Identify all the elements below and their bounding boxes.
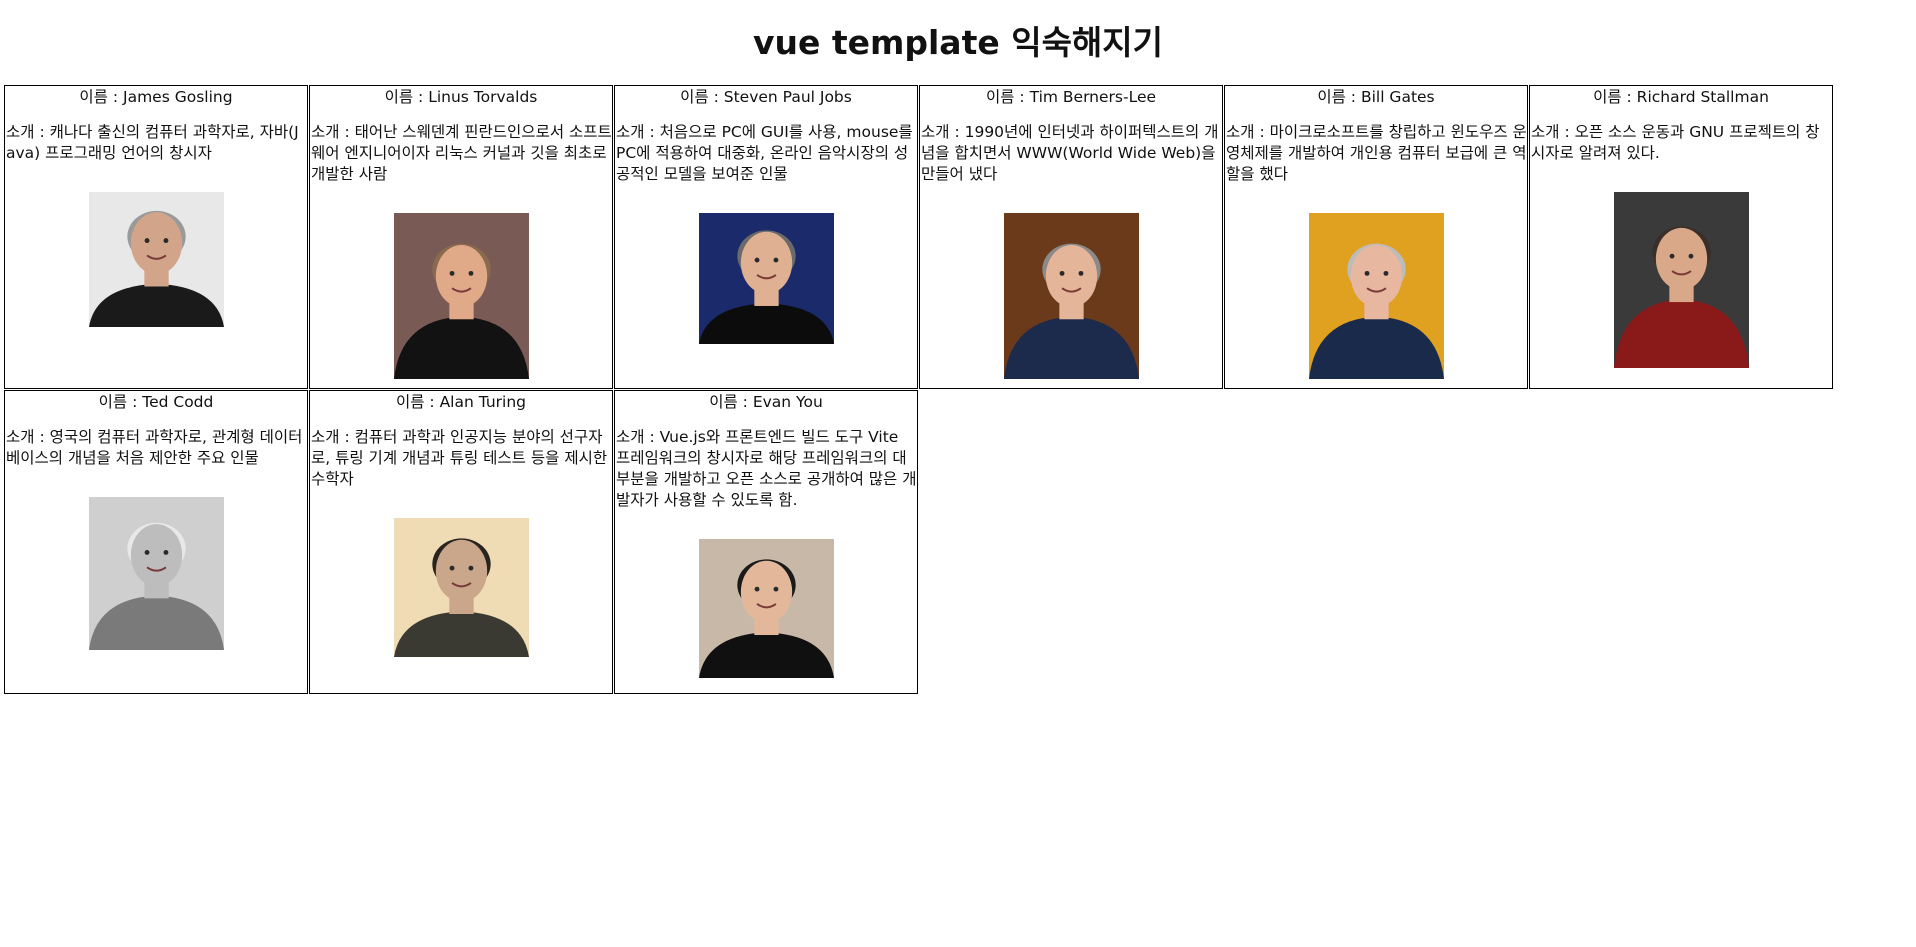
portrait-image [88,192,224,327]
person-name: 이름 : Alan Turing [395,393,527,411]
portrait-image [698,539,834,678]
person-card: 이름 : James Gosling 소개 : 캐나다 출신의 컴퓨터 과학자로… [4,85,308,389]
person-photo [88,192,224,327]
person-name: 이름 : Richard Stallman [1593,88,1769,106]
person-name: 이름 : Bill Gates [1317,88,1435,106]
person-photo [393,518,529,657]
person-photo [698,539,834,678]
person-photo [88,497,224,650]
person-name: 이름 : Tim Berners-Lee [985,88,1157,106]
person-description: 소개 : 영국의 컴퓨터 과학자로, 관계형 데이터베이스의 개념을 처음 제안… [6,428,303,467]
page-title: vue template 익숙해지기 [752,23,1164,62]
person-description: 소개 : Vue.js와 프론트엔드 빌드 도구 Vite 프레임워크의 창시자… [616,428,917,509]
portrait-image [698,213,834,344]
person-name: 이름 : Evan You [709,393,823,411]
person-description: 소개 : 태어난 스웨덴계 핀란드인으로서 소프트웨어 엔지니어이자 리눅스 커… [311,123,612,183]
person-card: 이름 : Steven Paul Jobs 소개 : 처음으로 PC에 GUI를… [614,85,918,389]
person-card: 이름 : Evan You 소개 : Vue.js와 프론트엔드 빌드 도구 V… [614,390,918,694]
person-description: 소개 : 처음으로 PC에 GUI를 사용, mouse를 PC에 적용하여 대… [616,123,913,183]
person-photo [1613,192,1749,368]
person-card: 이름 : Richard Stallman 소개 : 오픈 소스 운동과 GNU… [1529,85,1833,389]
person-card: 이름 : Bill Gates 소개 : 마이크로소프트를 창립하고 윈도우즈 … [1224,85,1528,389]
portrait-image [1613,192,1749,368]
portrait-image [393,518,529,657]
portrait-image [393,213,529,379]
person-description: 소개 : 1990년에 인터넷과 하이퍼텍스트의 개념을 합치면서 WWW(Wo… [921,123,1219,183]
person-photo [1308,213,1444,379]
person-name: 이름 : Linus Torvalds [384,88,538,106]
person-description: 소개 : 오픈 소스 운동과 GNU 프로젝트의 창시자로 알려져 있다. [1531,123,1820,162]
person-description: 소개 : 마이크로소프트를 창립하고 윈도우즈 운영체제를 개발하여 개인용 컴… [1226,123,1527,183]
person-name: 이름 : Ted Codd [98,393,214,411]
person-photo [393,213,529,379]
person-name: 이름 : Steven Paul Jobs [680,88,852,106]
portrait-image [88,497,224,650]
portrait-image [1003,213,1139,379]
person-photo [698,213,834,344]
person-card: 이름 : Ted Codd 소개 : 영국의 컴퓨터 과학자로, 관계형 데이터… [4,390,308,694]
person-card: 이름 : Alan Turing 소개 : 컴퓨터 과학과 인공지능 분야의 선… [309,390,613,694]
person-description: 소개 : 캐나다 출신의 컴퓨터 과학자로, 자바(Java) 프로그래밍 언어… [6,123,299,162]
person-name: 이름 : James Gosling [79,88,233,106]
portrait-image [1308,213,1444,379]
person-description: 소개 : 컴퓨터 과학과 인공지능 분야의 선구자로, 튜링 기계 개념과 튜링… [311,428,608,488]
person-photo [1003,213,1139,379]
person-card: 이름 : Linus Torvalds 소개 : 태어난 스웨덴계 핀란드인으로… [309,85,613,389]
person-card: 이름 : Tim Berners-Lee 소개 : 1990년에 인터넷과 하이… [919,85,1223,389]
